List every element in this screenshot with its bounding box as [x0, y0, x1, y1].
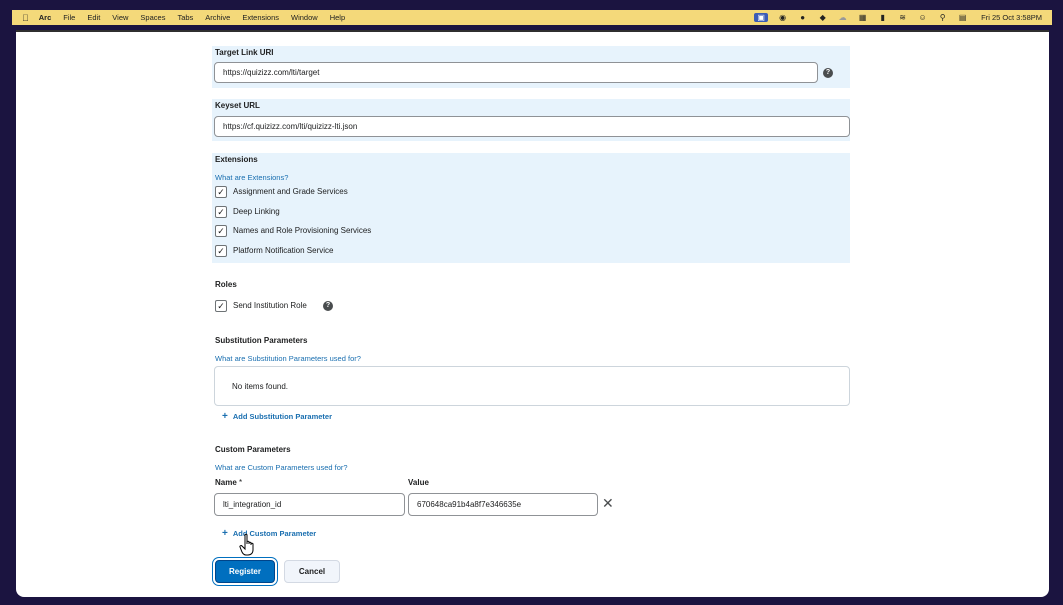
substitution-parameters-label: Substitution Parameters [215, 336, 308, 345]
menu-item-edit[interactable]: Edit [87, 13, 100, 22]
calendar-icon[interactable]: ▦ [857, 13, 868, 22]
menu-item-arc[interactable]: Arc [39, 13, 52, 22]
extension-label-nrps: Names and Role Provisioning Services [233, 226, 372, 235]
send-institution-role-checkbox[interactable]: ✓ [215, 300, 227, 312]
keyset-url-input[interactable]: https://cf.quizizz.com/lti/quizizz-lti.j… [214, 116, 850, 137]
extension-label-pns: Platform Notification Service [233, 246, 334, 255]
extension-checkbox-pns[interactable]: ✓ [215, 245, 227, 257]
menu-item-view[interactable]: View [112, 13, 128, 22]
wifi-icon[interactable]: ≋ [897, 13, 908, 22]
plus-icon: + [222, 528, 228, 539]
menu-item-file[interactable]: File [63, 13, 75, 22]
menu-item-window[interactable]: Window [291, 13, 318, 22]
plus-icon: + [222, 411, 228, 422]
menu-item-extensions[interactable]: Extensions [242, 13, 279, 22]
control-center-icon[interactable]: ▤ [957, 13, 968, 22]
keyset-label: Keyset URL [215, 101, 260, 110]
cloud-icon[interactable]: ☁ [837, 13, 848, 22]
apple-icon[interactable]:  [22, 13, 29, 23]
extension-label-deep-linking: Deep Linking [233, 207, 280, 216]
extensions-help-link[interactable]: What are Extensions? [215, 173, 288, 182]
stop-icon[interactable]: ● [797, 13, 808, 22]
custom-value-header: Value [408, 478, 429, 487]
lti-registration-form: Target Link URI https://quizizz.com/lti/… [16, 30, 1049, 597]
battery-icon[interactable]: ▮ [877, 13, 888, 22]
screen-share-icon[interactable]: ▣ [754, 13, 769, 22]
custom-parameters-label: Custom Parameters [215, 445, 291, 454]
required-mark: * [239, 478, 243, 487]
substitution-list [214, 366, 850, 406]
menu-item-spaces[interactable]: Spaces [140, 13, 165, 22]
browser-window: Target Link URI https://quizizz.com/lti/… [16, 30, 1049, 597]
target-link-help-icon[interactable]: ? [823, 68, 833, 78]
extension-checkbox-ags[interactable]: ✓ [215, 186, 227, 198]
extensions-label: Extensions [215, 155, 258, 164]
extension-checkbox-nrps[interactable]: ✓ [215, 225, 227, 237]
cancel-button[interactable]: Cancel [284, 560, 340, 583]
remove-custom-param-icon[interactable]: ✕ [602, 496, 614, 510]
custom-name-header: Name * [215, 478, 242, 487]
send-institution-role-label: Send Institution Role [233, 301, 307, 310]
custom-param-value-input[interactable]: 670648ca91b4a8f7e346635e [408, 493, 598, 516]
roles-label: Roles [215, 280, 237, 289]
custom-parameters-help-link[interactable]: What are Custom Parameters used for? [215, 463, 348, 472]
search-icon[interactable]: ⚲ [937, 13, 948, 22]
menu-item-help[interactable]: Help [330, 13, 345, 22]
add-substitution-parameter-button[interactable]: + Add Substitution Parameter [222, 411, 332, 422]
app-status-icon[interactable]: ◆ [817, 13, 828, 22]
extension-label-ags: Assignment and Grade Services [233, 187, 348, 196]
roles-help-icon[interactable]: ? [323, 301, 333, 311]
record-icon[interactable]: ◉ [777, 13, 788, 22]
user-icon[interactable]: ☺ [917, 13, 928, 22]
substitution-help-link[interactable]: What are Substitution Parameters used fo… [215, 354, 361, 363]
menu-item-archive[interactable]: Archive [205, 13, 230, 22]
target-link-label: Target Link URI [215, 48, 274, 57]
custom-param-name-input[interactable]: lti_integration_id [214, 493, 405, 516]
target-link-input[interactable]: https://quizizz.com/lti/target [214, 62, 818, 83]
menu-bar:  Arc File Edit View Spaces Tabs Archive… [12, 10, 1052, 25]
add-custom-parameter-button[interactable]: + Add Custom Parameter [222, 528, 316, 539]
register-button[interactable]: Register [215, 560, 275, 583]
hand-pointer-cursor-icon [239, 533, 254, 556]
extension-checkbox-deep-linking[interactable]: ✓ [215, 206, 227, 218]
menu-clock[interactable]: Fri 25 Oct 3:58PM [981, 13, 1042, 22]
substitution-empty-text: No items found. [232, 382, 289, 391]
add-substitution-parameter-label: Add Substitution Parameter [232, 412, 333, 421]
menu-item-tabs[interactable]: Tabs [177, 13, 193, 22]
custom-name-header-text: Name [215, 478, 237, 487]
